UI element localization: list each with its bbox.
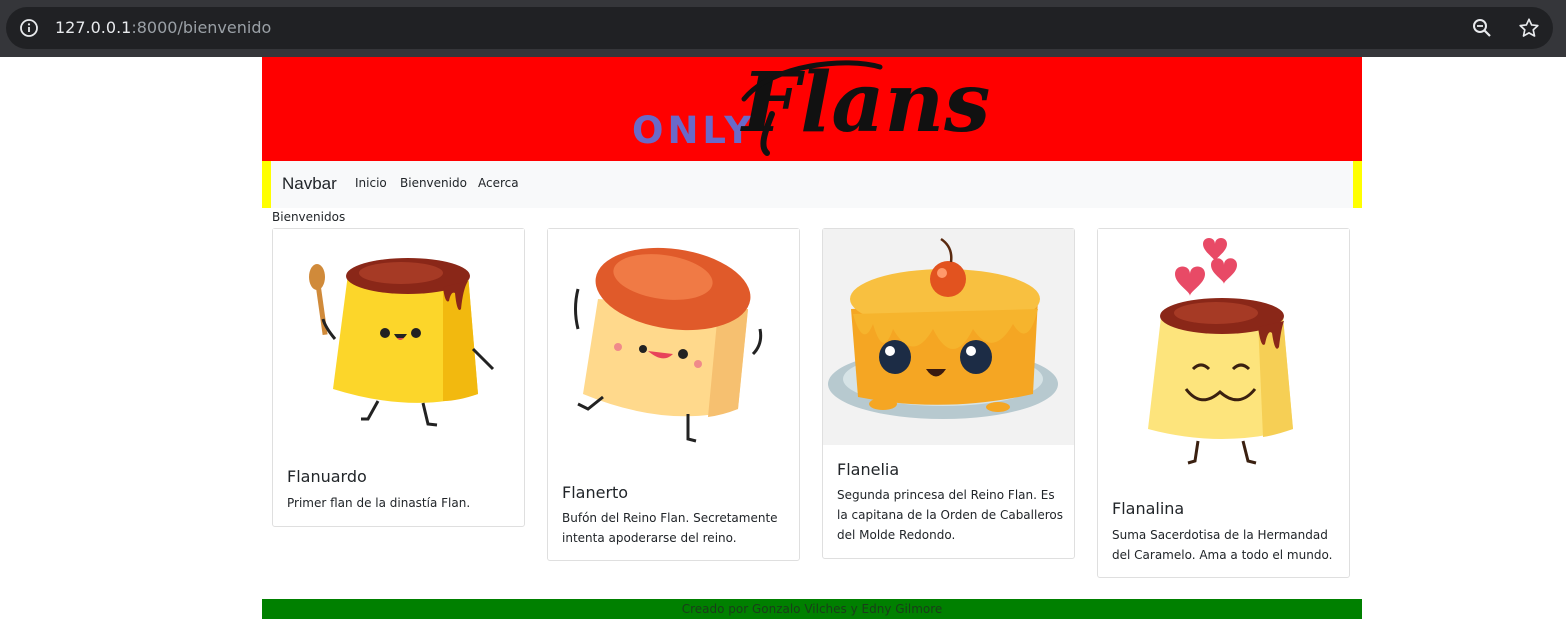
welcome-text: Bienvenidos xyxy=(272,210,346,224)
card-title: Flanuardo xyxy=(287,467,367,486)
card-flanuardo: Flanuardo Primer flan de la dinastía Fla… xyxy=(272,228,525,527)
url-path: :8000/bienvenido xyxy=(131,18,272,37)
flanuardo-image xyxy=(273,229,524,444)
navbar-right-border xyxy=(1353,161,1362,208)
bookmark-star-icon[interactable] xyxy=(1518,17,1540,39)
navbar-left-border xyxy=(262,161,271,208)
card-title: Flanalina xyxy=(1112,499,1185,518)
site-header: ONLY Flans xyxy=(262,57,1362,161)
url-text[interactable]: 127.0.0.1:8000/bienvenido xyxy=(55,18,271,38)
page: ONLY Flans Navbar Inicio Bienvenido Acer… xyxy=(262,57,1362,628)
zoom-out-icon[interactable] xyxy=(1472,18,1492,38)
nav-link-acerca[interactable]: Acerca xyxy=(478,176,519,190)
card-text: Bufón del Reino Flan. Secretamente inten… xyxy=(562,511,778,545)
site-footer: Creado por Gonzalo Vilches y Edny Gilmor… xyxy=(262,599,1362,619)
card-flanerto: Flanerto Bufón del Reino Flan. Secretame… xyxy=(547,228,800,561)
info-icon[interactable] xyxy=(20,19,38,37)
card-flanelia: Flanelia Segunda princesa del Reino Flan… xyxy=(822,228,1075,559)
browser-toolbar: 127.0.0.1:8000/bienvenido xyxy=(0,0,1566,57)
card-flanalina: Flanalina Suma Sacerdotisa de la Hermand… xyxy=(1097,228,1350,578)
card-text: Suma Sacerdotisa de la Hermandad del Car… xyxy=(1112,528,1333,562)
svg-text:ONLY: ONLY xyxy=(632,109,755,152)
card-title: Flanerto xyxy=(562,483,629,502)
flanerto-image xyxy=(548,229,799,461)
site-logo: ONLY Flans xyxy=(632,59,990,156)
flanalina-image xyxy=(1098,229,1349,484)
navbar: Navbar Inicio Bienvenido Acerca xyxy=(262,161,1362,208)
navbar-brand[interactable]: Navbar xyxy=(282,174,337,194)
card-text: Primer flan de la dinastía Flan. xyxy=(287,496,471,510)
address-bar[interactable]: 127.0.0.1:8000/bienvenido xyxy=(6,7,1553,49)
nav-link-inicio[interactable]: Inicio xyxy=(355,176,387,190)
nav-link-bienvenido[interactable]: Bienvenido xyxy=(400,176,467,190)
url-host: 127.0.0.1 xyxy=(55,18,132,37)
card-title: Flanelia xyxy=(837,460,900,479)
flanelia-image xyxy=(823,229,1074,445)
card-text: Segunda princesa del Reino Flan. Es la c… xyxy=(837,488,1063,542)
